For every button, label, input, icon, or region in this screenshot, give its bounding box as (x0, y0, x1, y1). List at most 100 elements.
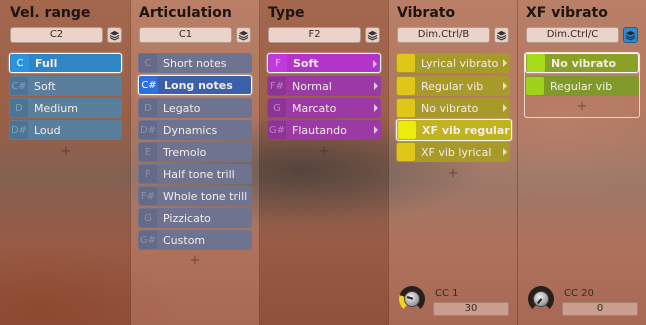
add-item-button[interactable]: + (314, 144, 334, 159)
item-label: Half tone trill (163, 167, 235, 181)
vel-range-title: Vel. range (10, 5, 91, 21)
key-label: C# (10, 77, 28, 95)
vel-range-item-medium[interactable]: D Medium (9, 98, 122, 118)
item-label: Long notes (164, 78, 233, 92)
vel-range-item-loud[interactable]: D# Loud (9, 120, 122, 140)
key-label: D (10, 99, 28, 117)
key-label: G (268, 99, 286, 117)
articulation-item-whole-tone-trill[interactable]: F# Whole tone trill (138, 186, 252, 206)
articulation-item-pizzicato[interactable]: G Pizzicato (138, 208, 252, 228)
articulation-item-long-notes[interactable]: C# Long notes (138, 75, 252, 95)
layers-icon[interactable] (365, 27, 380, 43)
xf-vibrato-item-regular-vib[interactable]: Regular vib (525, 76, 639, 96)
submenu-arrow-icon (503, 82, 507, 90)
articulation-item-legato[interactable]: D Legato (138, 98, 252, 118)
articulation-title: Articulation (139, 5, 232, 21)
item-label: Whole tone trill (163, 189, 248, 203)
type-selector[interactable]: F2 (268, 27, 361, 43)
key-label: E (139, 143, 157, 161)
key-label: C (11, 54, 29, 72)
add-item-button[interactable]: + (56, 144, 76, 159)
submenu-arrow-icon (374, 104, 378, 112)
column-vel-range (0, 0, 130, 325)
key-label: C# (140, 76, 158, 94)
add-item-button[interactable]: + (185, 253, 205, 268)
cc-label: CC 1 (435, 288, 459, 299)
item-label: Custom (163, 233, 206, 247)
layers-icon[interactable] (494, 27, 509, 43)
key-swatch (397, 54, 415, 72)
submenu-arrow-icon (373, 60, 377, 68)
item-label: Soft (34, 79, 56, 93)
item-label: No vibrato (421, 101, 479, 115)
key-label: F (269, 54, 287, 72)
key-swatch (398, 121, 416, 139)
key-label: F# (139, 187, 157, 205)
cc1-knob[interactable] (399, 286, 425, 312)
layers-icon[interactable] (107, 27, 122, 43)
xf-vibrato-title: XF vibrato (526, 5, 608, 21)
type-item-marcato[interactable]: G Marcato (267, 98, 381, 118)
add-item-button[interactable]: + (443, 166, 463, 181)
item-label: XF vib lyrical (421, 145, 492, 159)
xf-vibrato-item-no-vibrato[interactable]: No vibrato (525, 53, 639, 73)
submenu-arrow-icon (503, 148, 507, 156)
item-label: Tremolo (163, 145, 207, 159)
vel-range-item-soft[interactable]: C# Soft (9, 76, 122, 96)
key-label: F# (268, 77, 286, 95)
key-swatch (397, 143, 415, 161)
item-label: Regular vib (550, 79, 613, 93)
submenu-arrow-icon (374, 82, 378, 90)
articulation-item-short-notes[interactable]: C Short notes (138, 53, 252, 73)
key-label: D# (10, 121, 28, 139)
vibrato-item-regular-vib[interactable]: Regular vib (396, 76, 510, 96)
cc-value-field[interactable]: 30 (433, 302, 509, 316)
layers-icon[interactable] (623, 27, 638, 43)
key-swatch (527, 54, 545, 72)
vibrato-selector[interactable]: Dim.Ctrl/B (397, 27, 490, 43)
item-label: Regular vib (421, 79, 484, 93)
vibrato-item-xf-vib-regular[interactable]: XF vib regular (396, 119, 512, 141)
item-label: XF vib regular (422, 123, 510, 137)
item-label: Soft (293, 56, 319, 70)
type-item-normal[interactable]: F# Normal (267, 76, 381, 96)
item-label: Legato (163, 101, 201, 115)
item-label: Normal (292, 79, 332, 93)
vibrato-title: Vibrato (397, 5, 456, 21)
vibrato-item-no-vibrato[interactable]: No vibrato (396, 98, 510, 118)
key-swatch (397, 99, 415, 117)
articulation-item-custom[interactable]: G# Custom (138, 230, 252, 250)
type-item-flautando[interactable]: G# Flautando (267, 120, 381, 140)
key-label: C (139, 54, 157, 72)
xf-vibrato-selector[interactable]: Dim.Ctrl/C (526, 27, 619, 43)
item-label: Loud (34, 123, 61, 137)
item-label: Flautando (292, 123, 347, 137)
key-swatch (526, 77, 544, 95)
vibrato-item-lyrical-vibrato[interactable]: Lyrical vibrato (396, 53, 510, 73)
submenu-arrow-icon (503, 59, 507, 67)
cc-value-field[interactable]: 0 (562, 302, 638, 316)
key-swatch (397, 77, 415, 95)
item-label: Full (35, 56, 58, 70)
articulation-item-half-tone-trill[interactable]: F Half tone trill (138, 164, 252, 184)
column-vibrato (389, 0, 517, 325)
vibrato-item-xf-vib-lyrical[interactable]: XF vib lyrical (396, 142, 510, 162)
vel-range-item-full[interactable]: C Full (9, 53, 122, 73)
cc20-knob[interactable] (528, 286, 554, 312)
articulation-item-dynamics[interactable]: D# Dynamics (138, 120, 252, 140)
articulation-item-tremolo[interactable]: E Tremolo (138, 142, 252, 162)
type-item-soft[interactable]: F Soft (267, 53, 381, 73)
add-item-button[interactable]: + (572, 99, 592, 114)
item-label: Short notes (163, 56, 227, 70)
vel-range-selector[interactable]: C2 (10, 27, 103, 43)
articulation-selector[interactable]: C1 (139, 27, 232, 43)
key-label: G# (139, 231, 157, 249)
column-articulation (131, 0, 259, 325)
item-label: No vibrato (551, 56, 617, 70)
layers-icon[interactable] (236, 27, 251, 43)
key-label: D (139, 99, 157, 117)
key-label: D# (139, 121, 157, 139)
column-xf-vibrato (518, 0, 646, 325)
key-label: G# (268, 121, 286, 139)
item-label: Pizzicato (163, 211, 211, 225)
